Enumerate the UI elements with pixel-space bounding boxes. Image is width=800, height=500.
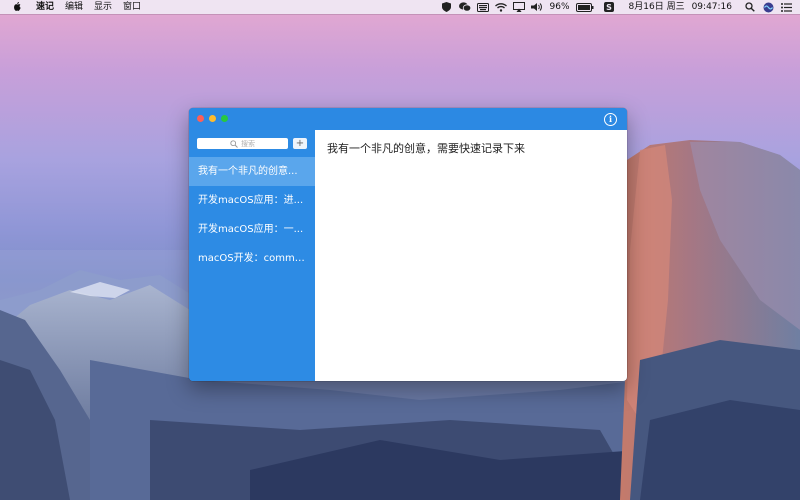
close-button[interactable] <box>197 115 204 122</box>
wifi-icon[interactable] <box>494 2 507 12</box>
search-placeholder: 搜索 <box>241 139 255 148</box>
minimize-button[interactable] <box>209 115 216 122</box>
wechat-icon[interactable] <box>458 2 471 12</box>
search-icon <box>230 139 238 148</box>
add-note-button[interactable]: + <box>293 138 307 149</box>
siri-icon[interactable] <box>762 2 774 12</box>
svg-text:S: S <box>606 3 612 12</box>
editor-content[interactable]: 我有一个非凡的创意，需要快速记录下来 <box>327 140 525 156</box>
sogou-input-icon[interactable]: S <box>603 2 615 12</box>
note-sidebar: 搜索 + 我有一个非凡的创意... 开发macOS应用：进... 开发macOS… <box>189 130 315 381</box>
zoom-button[interactable] <box>221 115 228 122</box>
note-editor[interactable]: 我有一个非凡的创意，需要快速记录下来 <box>315 130 627 381</box>
search-field[interactable]: 搜索 <box>197 138 288 149</box>
list-item[interactable]: 我有一个非凡的创意... <box>189 157 315 186</box>
menubar-time[interactable]: 09:47:16 <box>692 0 732 14</box>
info-icon[interactable]: i <box>604 113 617 126</box>
title-bar[interactable]: i <box>189 108 627 130</box>
note-list: 我有一个非凡的创意... 开发macOS应用：进... 开发macOS应用：一.… <box>189 157 315 273</box>
airplay-icon[interactable] <box>512 2 525 12</box>
battery-percent: 96% <box>549 2 570 12</box>
battery-icon[interactable] <box>575 2 594 12</box>
menubar-date[interactable]: 8月16日 周三 <box>629 0 685 14</box>
keyboard-icon[interactable] <box>476 2 489 12</box>
notes-window: i 搜索 + 我有一个非凡的创意... 开发macOS应用：进... 开发mac… <box>189 108 627 381</box>
volume-icon[interactable] <box>530 2 543 12</box>
menu-edit[interactable]: 编辑 <box>65 0 83 14</box>
notification-list-icon[interactable] <box>780 2 792 12</box>
menu-app-name[interactable]: 速记 <box>36 0 54 14</box>
menu-view[interactable]: 显示 <box>94 0 112 14</box>
spotlight-icon[interactable] <box>744 2 756 12</box>
list-item[interactable]: macOS开发：comma... <box>189 244 315 273</box>
list-item[interactable]: 开发macOS应用：进... <box>189 186 315 215</box>
menu-window[interactable]: 窗口 <box>123 0 141 14</box>
apple-logo-icon[interactable] <box>12 2 22 12</box>
list-item[interactable]: 开发macOS应用：一... <box>189 215 315 244</box>
menu-bar: 速记 编辑 显示 窗口 96% S 8月16日 周三 09:47:16 <box>0 0 800 14</box>
shield-icon[interactable] <box>441 2 453 12</box>
